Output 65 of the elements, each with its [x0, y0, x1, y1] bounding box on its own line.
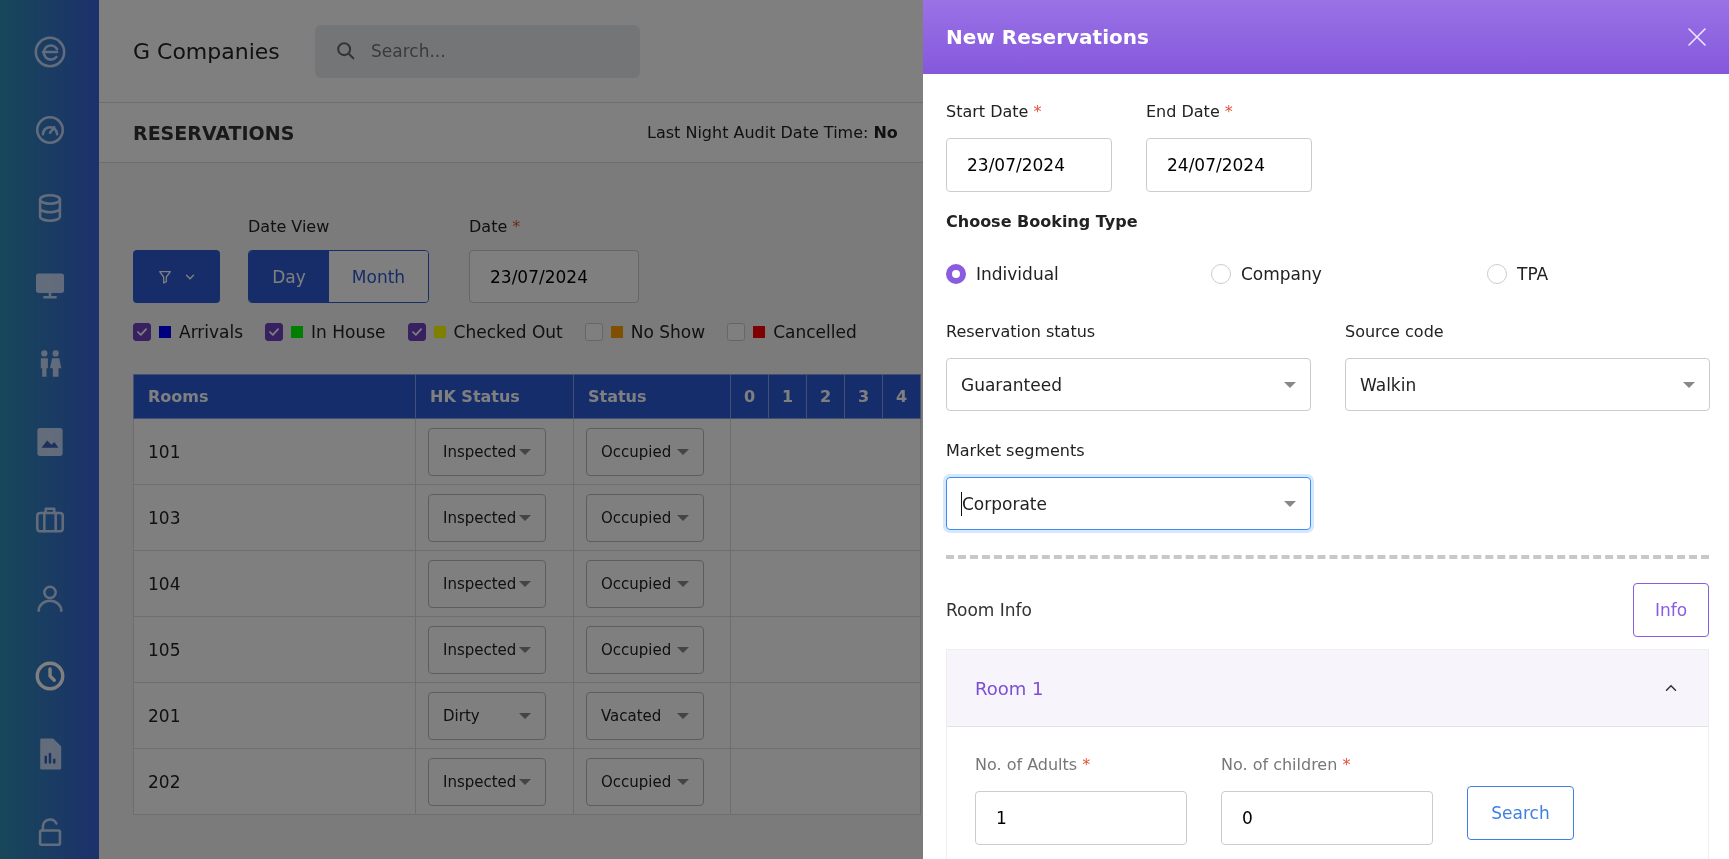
radio-label: TPA [1517, 264, 1549, 284]
hk-status-dropdown[interactable]: Inspected [428, 493, 546, 542]
column-header: 1 [768, 374, 807, 419]
legend-label: Arrivals [179, 322, 244, 342]
source-code-label: Source code [1345, 322, 1445, 341]
table-cell: 201 [133, 682, 416, 749]
reservation-status-dropdown[interactable]: Guaranteed [946, 358, 1311, 411]
children-field[interactable]: 0 [1221, 791, 1433, 845]
reservation-status-label: Reservation status [946, 322, 1097, 341]
audit-value: No [873, 123, 898, 142]
adults-field[interactable]: 1 [975, 791, 1187, 845]
room-title: Room 1 [975, 677, 1044, 699]
column-header: 2 [806, 374, 845, 419]
end-date-label: End Date * [1146, 102, 1234, 121]
start-date-field[interactable]: 23/07/2024 [946, 138, 1112, 192]
info-button[interactable]: Info [1633, 583, 1709, 637]
column-header: Status [573, 374, 731, 419]
legend-label: No Show [630, 322, 706, 342]
status-dropdown[interactable]: Occupied [586, 427, 704, 476]
column-header: 0 [730, 374, 769, 419]
audit-label: Last Night Audit Date Time: [647, 123, 869, 142]
date-view-label: Date View [248, 217, 331, 236]
start-date-label: Start Date * [946, 102, 1043, 121]
booking-type-label: Choose Booking Type [946, 212, 1139, 231]
status-dropdown[interactable]: Occupied [586, 625, 704, 674]
legend-label: Checked Out [453, 322, 563, 342]
status-dropdown[interactable]: Occupied [586, 559, 704, 608]
hk-status-dropdown[interactable]: Inspected [428, 427, 546, 476]
source-code-dropdown[interactable]: Walkin [1345, 358, 1710, 411]
end-date-field[interactable]: 24/07/2024 [1146, 138, 1312, 192]
column-header: 3 [844, 374, 883, 419]
status-dropdown[interactable]: Occupied [586, 757, 704, 806]
hk-status-dropdown[interactable]: Inspected [428, 559, 546, 608]
date-field[interactable]: 23/07/2024 [469, 250, 639, 303]
market-segments-label: Market segments [946, 441, 1086, 460]
date-label: Date * [469, 217, 522, 236]
drawer-title: New Reservations [946, 25, 1149, 49]
company-name: G Companies [133, 38, 281, 64]
adults-label: No. of Adults * [975, 755, 1092, 774]
date-view-toggle[interactable]: Day [249, 251, 329, 302]
table-cell: 101 [133, 418, 416, 485]
search-field[interactable]: Search... [315, 24, 640, 78]
page-title: RESERVATIONS [133, 121, 296, 144]
table-cell: 202 [133, 748, 416, 815]
hk-status-dropdown[interactable]: Inspected [428, 757, 546, 806]
status-dropdown[interactable]: Occupied [586, 493, 704, 542]
legend-label: In House [311, 322, 386, 342]
room-info-label: Room Info [946, 600, 1032, 620]
legend-label: Cancelled [773, 322, 857, 342]
children-label: No. of children * [1221, 755, 1352, 774]
radio-label: Company [1241, 264, 1322, 284]
column-header: Rooms [133, 374, 416, 419]
date-view-toggle[interactable]: Month [329, 251, 428, 302]
status-dropdown[interactable]: Vacated [586, 691, 704, 740]
accordion-header[interactable]: Room 1 [947, 650, 1708, 727]
hk-status-dropdown[interactable]: Dirty [428, 691, 546, 740]
column-header: HK Status [415, 374, 574, 419]
search-button[interactable]: Search [1467, 786, 1574, 840]
radio-label: Individual [976, 264, 1059, 284]
table-cell: 104 [133, 550, 416, 617]
column-header: 4 [882, 374, 921, 419]
market-segments-dropdown[interactable]: Corporate [946, 477, 1311, 530]
table-cell: 103 [133, 484, 416, 551]
hk-status-dropdown[interactable]: Inspected [428, 625, 546, 674]
table-cell: 105 [133, 616, 416, 683]
